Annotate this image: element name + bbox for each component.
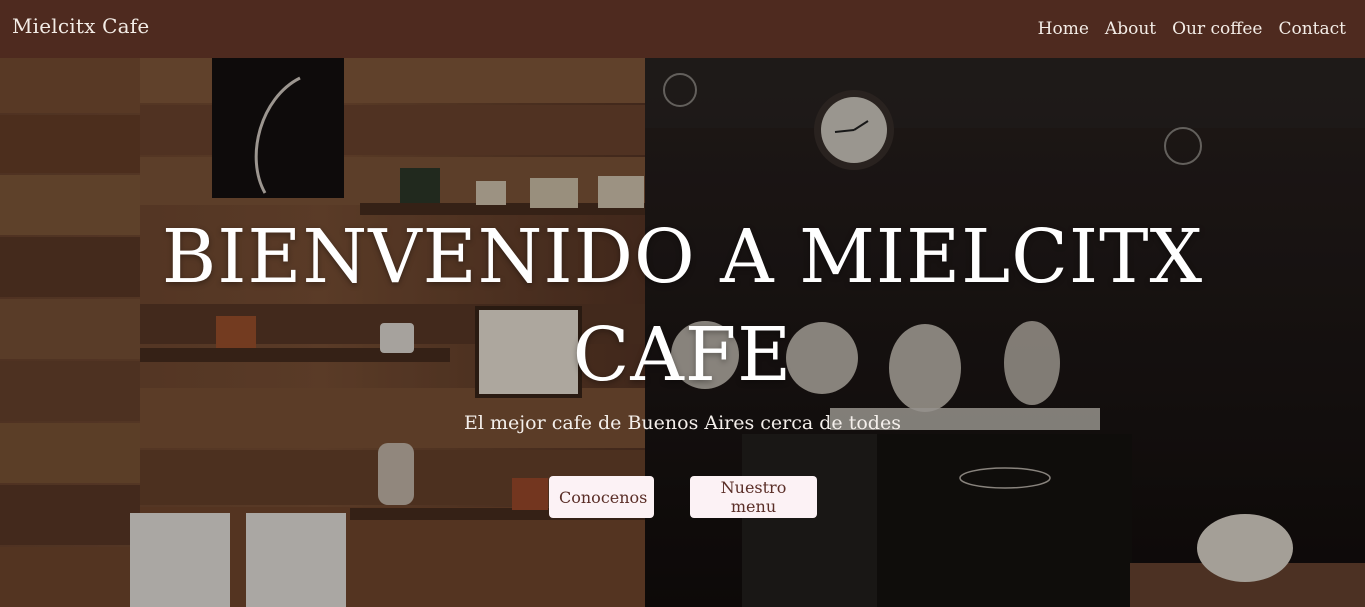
hero-section: BIENVENIDO A MIELCITX CAFE El mejor cafe… xyxy=(0,58,1365,607)
nav-link-our-coffee[interactable]: Our coffee xyxy=(1172,19,1262,39)
conocenos-button[interactable]: Conocenos xyxy=(549,476,654,518)
nav-link-contact[interactable]: Contact xyxy=(1278,19,1346,39)
brand-logo[interactable]: Mielcitx Cafe xyxy=(12,14,149,38)
nav-link-home[interactable]: Home xyxy=(1038,19,1089,39)
hero-subtitle: El mejor cafe de Buenos Aires cerca de t… xyxy=(464,412,901,434)
navbar: Mielcitx Cafe Home About Our coffee Cont… xyxy=(0,0,1365,58)
nav-link-about[interactable]: About xyxy=(1105,19,1156,39)
nav-links: Home About Our coffee Contact xyxy=(1038,19,1346,39)
hero-title: BIENVENIDO A MIELCITX CAFE xyxy=(161,214,1204,398)
nuestro-menu-button[interactable]: Nuestro menu xyxy=(690,476,817,518)
